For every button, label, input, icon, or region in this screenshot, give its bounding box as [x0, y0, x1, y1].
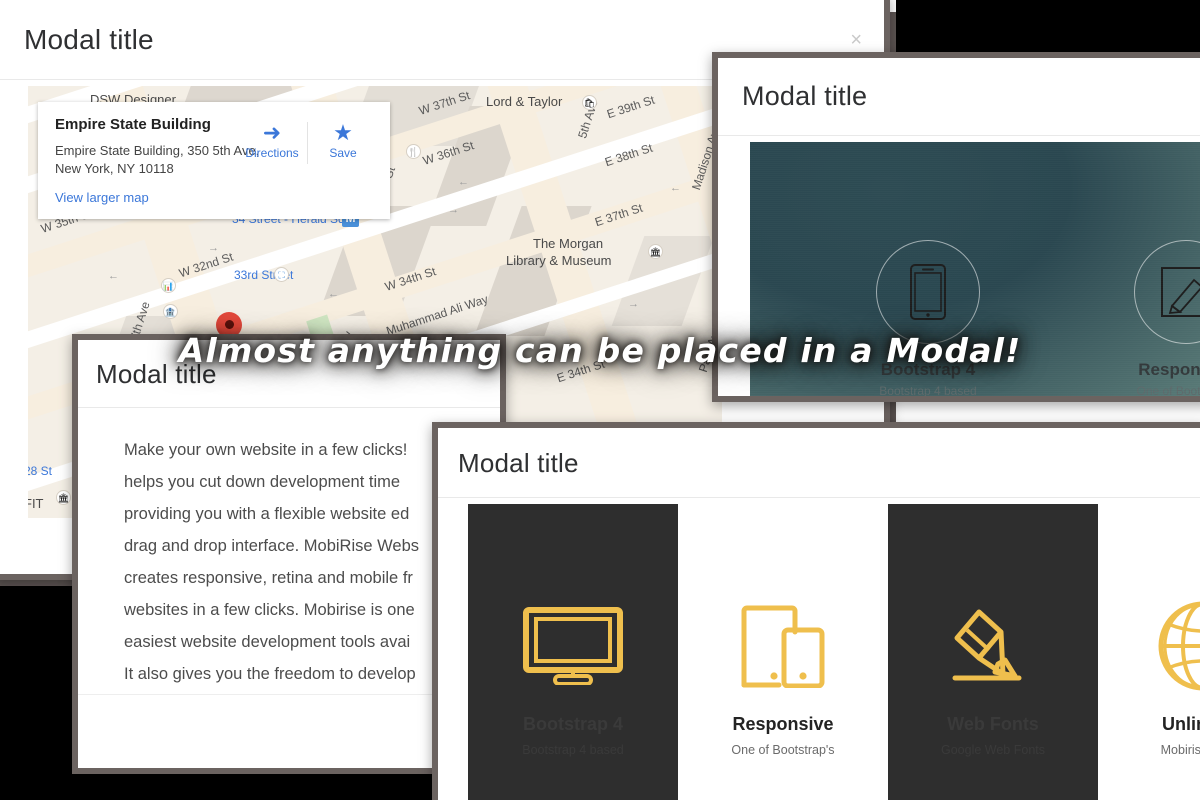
- subway-icon: ⛶: [274, 267, 289, 282]
- feature-card[interactable]: Responsive One of Bootstrap's: [678, 504, 888, 800]
- feature-desc: One of Bootstrap's: [731, 743, 835, 757]
- mobile-phone-icon: [910, 264, 946, 320]
- feature-card-row: Bootstrap 4 Bootstrap 4 based Responsive…: [468, 504, 1200, 800]
- address-line-1: Empire State Building, 350 5th Ave,: [55, 143, 260, 158]
- paragraph-line: websites in a few clicks. Mobirise is on…: [124, 601, 415, 619]
- view-larger-map-link[interactable]: View larger map: [55, 190, 374, 205]
- restaurant-icon: 🍴: [406, 144, 421, 159]
- map-place-address: Empire State Building, 350 5th Ave, New …: [55, 142, 265, 177]
- hero-circle: [876, 240, 980, 344]
- museum-icon: 📊: [161, 278, 176, 293]
- map-label: Library & Museum: [506, 253, 612, 268]
- paragraph-line: easiest website development tools avai: [124, 633, 411, 651]
- map-label: Lord & Taylor: [486, 94, 563, 109]
- hero-caption: Responsive: [1138, 360, 1200, 379]
- feature-icon-wrap: [523, 594, 623, 698]
- save-label: Save: [329, 146, 357, 160]
- modal-features-body: Bootstrap 4 Bootstrap 4 based Responsive…: [438, 498, 1200, 800]
- feature-card[interactable]: Web Fonts Google Web Fonts: [888, 504, 1098, 800]
- feature-desc: Bootstrap 4 based: [522, 743, 624, 757]
- address-line-2: New York, NY 10118: [55, 160, 174, 176]
- paragraph-line: websites as you like given the fact that…: [124, 690, 480, 694]
- paragraph-line: It also gives you the freedom to develop: [124, 665, 416, 683]
- save-button[interactable]: ★ Save: [308, 120, 378, 160]
- screenshot-stage: MOBIRISE MOBIRISE MOBIRISE MOBIRISE MOBI…: [0, 0, 1200, 800]
- modal-text-header: Modal title: [78, 340, 500, 408]
- modal-features-header: Modal title: [438, 428, 1200, 498]
- responsive-devices-icon: [741, 605, 825, 688]
- hero-item: Responsive One of Bootstrap's: [1116, 240, 1200, 398]
- feature-title: Unlimited: [1161, 714, 1200, 734]
- feature-desc: Google Web Fonts: [941, 743, 1045, 757]
- hero-item: Bootstrap 4 Bootstrap 4 based: [858, 240, 998, 398]
- hero-sub: One of Bootstrap's: [1136, 384, 1200, 398]
- directions-button[interactable]: ➜ Directions: [237, 120, 307, 160]
- feature-card[interactable]: Unlimited Mobirise is free: [1098, 504, 1200, 800]
- paragraph-line: drag and drop interface. MobiRise Webs: [124, 537, 420, 555]
- map-transit-label[interactable]: 28 St: [28, 464, 52, 478]
- star-icon: ★: [333, 120, 353, 145]
- modal-map-title: Modal title: [24, 23, 154, 55]
- close-icon[interactable]: ×: [850, 30, 862, 50]
- paragraph-line: helps you cut down development time: [124, 473, 401, 491]
- modal-text-title: Modal title: [96, 358, 217, 389]
- store-icon: 🏦: [163, 304, 178, 319]
- paragraph-line: creates responsive, retina and mobile fr: [124, 569, 413, 587]
- modal-image-title: Modal title: [742, 81, 868, 111]
- hero-image: Bootstrap 4 Bootstrap 4 based Responsive…: [750, 142, 1200, 398]
- directions-label: Directions: [245, 146, 299, 160]
- feature-desc: Mobirise is free: [1160, 743, 1200, 757]
- feature-title: Responsive: [732, 714, 834, 734]
- directions-arrow-icon: ➜: [262, 120, 282, 145]
- map-label: FIT: [28, 496, 44, 511]
- feature-title: Web Fonts: [947, 714, 1039, 734]
- shop-icon: 🛍: [582, 95, 597, 110]
- map-card-actions: ➜ Directions ★ Save: [237, 120, 378, 164]
- backdrop-black-top-right: [896, 0, 1200, 58]
- map-label: The Morgan: [533, 236, 604, 251]
- modal-image-header: Modal title: [718, 58, 1200, 136]
- museum-icon: 🏛: [648, 244, 663, 259]
- paragraph-line: providing you with a flexible website ed: [124, 505, 410, 523]
- modal-text-paragraph: Make your own website in a few clicks! h…: [124, 434, 480, 694]
- feature-title: Bootstrap 4: [522, 714, 623, 734]
- feature-icon-wrap: [739, 594, 827, 698]
- institute-icon: 🏛: [56, 490, 71, 505]
- pencil-icon: [952, 609, 1022, 681]
- hero-circle: [1134, 240, 1200, 344]
- feature-card[interactable]: Bootstrap 4 Bootstrap 4 based: [468, 504, 678, 800]
- globe-icon: [1158, 601, 1200, 691]
- hero-sub: Bootstrap 4 based: [879, 384, 977, 398]
- paragraph-line: Make your own website in a few clicks!: [124, 441, 408, 459]
- monitor-icon: [523, 607, 623, 685]
- feature-icon-wrap: [943, 594, 1043, 698]
- hero-caption: Bootstrap 4: [880, 360, 976, 379]
- map-info-card: Empire State Building Empire State Build…: [38, 102, 390, 220]
- modal-features[interactable]: Modal title Bootstrap 4 Bootstrap 4 base…: [432, 422, 1200, 800]
- modal-features-title: Modal title: [458, 447, 579, 478]
- pencil-square-icon: [1161, 267, 1200, 317]
- modal-image[interactable]: Modal title Bootstrap 4 Bootstrap 4 base…: [712, 52, 1200, 402]
- feature-icon-wrap: [1157, 594, 1200, 698]
- modal-image-body: Bootstrap 4 Bootstrap 4 based Responsive…: [718, 136, 1200, 398]
